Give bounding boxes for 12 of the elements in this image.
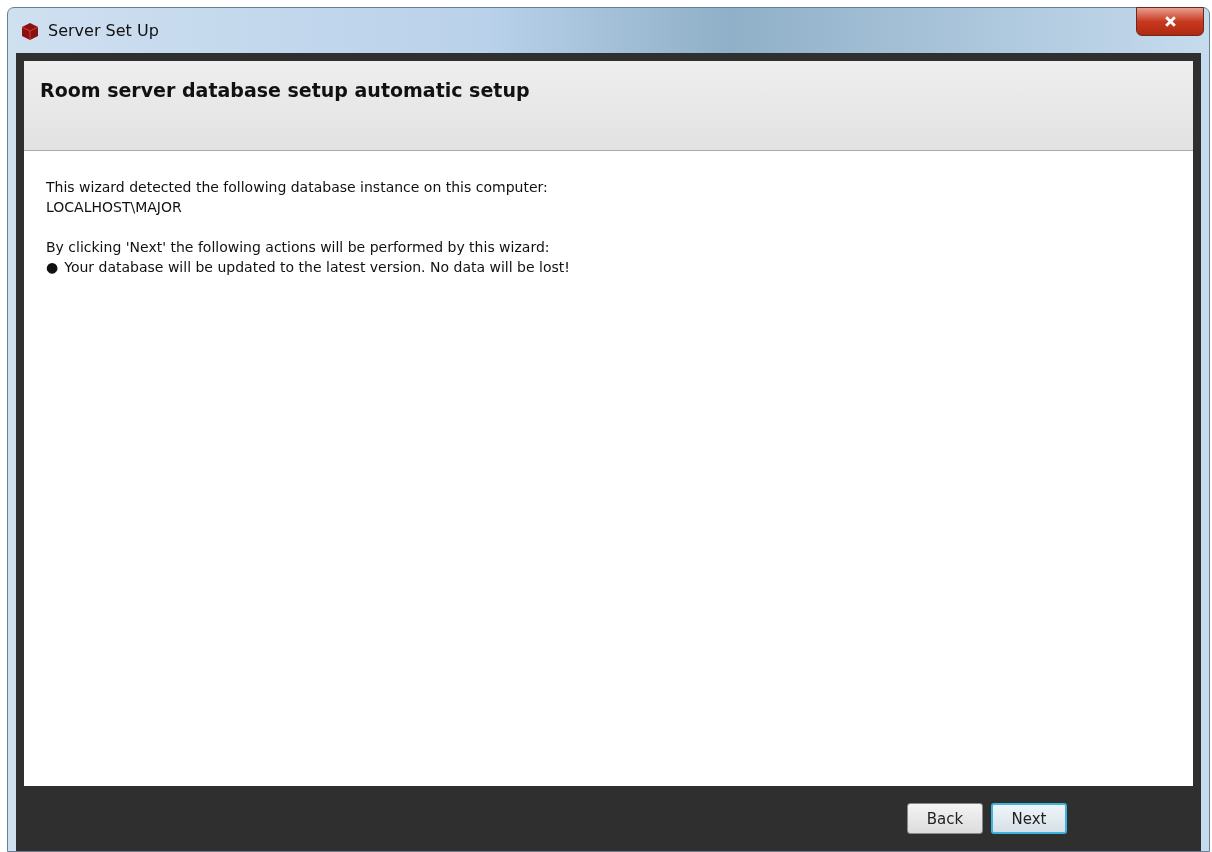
cube-icon bbox=[20, 21, 40, 40]
page-heading: Room server database setup automatic setup bbox=[40, 79, 530, 101]
close-button[interactable] bbox=[1136, 7, 1204, 36]
close-icon bbox=[1163, 16, 1177, 27]
wizard-button[interactable]: Back bbox=[907, 803, 983, 834]
window-title: Server Set Up bbox=[48, 21, 159, 40]
message-text: This wizard detected the following database instance on this computer: bbox=[46, 178, 548, 197]
bullet-icon: ● bbox=[46, 257, 59, 277]
wizard-button[interactable]: Next bbox=[991, 803, 1067, 834]
message-text: By clicking 'Next' the following actions will be performed by this wizard: bbox=[46, 238, 550, 257]
message-text: LOCALHOST\MAJOR bbox=[46, 198, 182, 217]
bullet-text: Your database will be updated to the latest version. No data will be lost! bbox=[64, 258, 570, 277]
